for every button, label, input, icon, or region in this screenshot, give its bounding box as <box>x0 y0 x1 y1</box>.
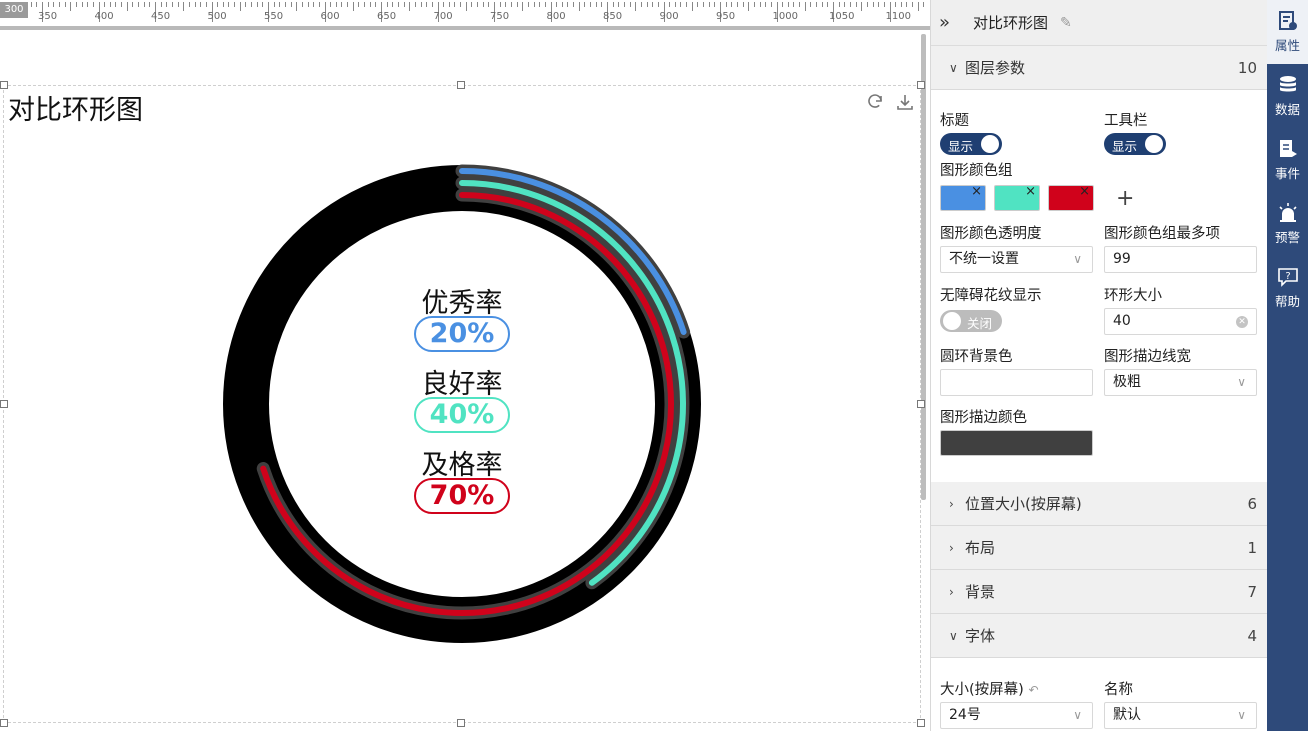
color-group: × × × + <box>940 184 1257 212</box>
right-sidebar: 属性 数据 事件 预警 ? 帮助 <box>1267 0 1308 731</box>
title-toggle[interactable]: 显示 <box>940 133 1002 155</box>
pattern-toggle[interactable]: 关闭 <box>940 310 1002 332</box>
color-group-label: 图形颜色组 <box>940 163 1013 179</box>
color-swatch[interactable]: × <box>994 184 1040 211</box>
section-font[interactable]: ∨ 字体 4 <box>931 614 1267 658</box>
property-panel: » 对比环形图 ✎ ∨ 图层参数 10 标题 显示 工具栏 显示 图形颜色组 ×… <box>930 0 1267 731</box>
toolbar-label: 工具栏 <box>1104 113 1148 129</box>
toolbar-toggle[interactable]: 显示 <box>1104 133 1166 155</box>
properties-icon <box>1278 11 1297 30</box>
clear-icon[interactable]: ✕ <box>1236 316 1248 328</box>
remove-color-icon[interactable]: × <box>1079 184 1090 199</box>
chevron-right-icon: › <box>949 496 954 511</box>
max-items-input[interactable]: 99 <box>1104 246 1257 273</box>
font-name-label: 名称 <box>1104 682 1133 698</box>
color-swatch[interactable]: × <box>940 184 986 211</box>
font-props: 大小(按屏幕) ↶ 24号 ∨ 名称 默认 ∨ <box>931 658 1267 729</box>
remove-color-icon[interactable]: × <box>971 184 982 199</box>
series-name-good: 良好率 <box>421 369 503 400</box>
section-background[interactable]: › 背景 7 <box>931 570 1267 614</box>
alarm-icon <box>1278 203 1297 222</box>
stroke-color-input[interactable] <box>940 430 1093 456</box>
panel-title: 对比环形图 <box>973 14 1049 32</box>
design-canvas[interactable]: 300 350 400 450 500 550 600 650 700 750 800 850 900… <box>0 0 930 731</box>
opacity-select[interactable]: 不统一设置 ∨ <box>940 246 1093 273</box>
sidebar-item-events[interactable]: 事件 <box>1267 128 1308 192</box>
title-label: 标题 <box>940 113 969 129</box>
opacity-label: 图形颜色透明度 <box>940 226 1042 242</box>
section-layout[interactable]: › 布局 1 <box>931 526 1267 570</box>
sidebar-item-help[interactable]: ? 帮助 <box>1267 256 1308 320</box>
series-name-pass: 及格率 <box>421 450 503 481</box>
chevron-down-icon: ∨ <box>1237 708 1246 722</box>
panel-header: » 对比环形图 ✎ <box>931 0 1267 46</box>
database-icon <box>1279 76 1296 92</box>
help-icon: ? <box>1277 268 1298 287</box>
edit-title-icon[interactable]: ✎ <box>1060 15 1072 31</box>
chevron-right-icon: › <box>949 584 954 599</box>
ring-bg-color-input[interactable] <box>940 369 1093 396</box>
chevron-down-icon: ∨ <box>1237 375 1246 389</box>
section-position-size[interactable]: › 位置大小(按屏幕) 6 <box>931 482 1267 526</box>
font-size-label: 大小(按屏幕) ↶ <box>940 682 1039 698</box>
pattern-label: 无障碍花纹显示 <box>940 288 1042 304</box>
series-value-pass: 70% <box>414 478 510 514</box>
series-name-excellent: 优秀率 <box>421 288 503 319</box>
max-items-label: 图形颜色组最多项 <box>1104 226 1220 242</box>
chevron-down-icon: ∨ <box>949 60 958 75</box>
stroke-color-label: 图形描边颜色 <box>940 410 1027 426</box>
add-color-button[interactable]: + <box>1116 186 1134 211</box>
sidebar-item-alarm[interactable]: 预警 <box>1267 192 1308 256</box>
ring-size-input[interactable]: 40 ✕ <box>1104 308 1257 335</box>
series-value-good: 40% <box>414 397 510 433</box>
layer-props: 标题 显示 工具栏 显示 图形颜色组 × × × + 图形颜色透明度 不统一设置 ∨ 图… <box>931 90 1267 482</box>
remove-color-icon[interactable]: × <box>1025 184 1036 199</box>
color-swatch[interactable]: × <box>1048 184 1094 211</box>
chevron-down-icon: ∨ <box>949 628 958 643</box>
stroke-width-label: 图形描边线宽 <box>1104 349 1191 365</box>
chevron-down-icon: ∨ <box>1073 252 1082 266</box>
ring-size-label: 环形大小 <box>1104 288 1162 304</box>
event-icon <box>1279 140 1297 157</box>
reset-icon[interactable]: ↶ <box>1028 683 1038 697</box>
section-layer-params[interactable]: ∨ 图层参数 10 <box>931 46 1267 90</box>
ring-bg-label: 圆环背景色 <box>940 349 1013 365</box>
font-name-select[interactable]: 默认 ∨ <box>1104 702 1257 729</box>
chevron-down-icon: ∨ <box>1073 708 1082 722</box>
collapse-panel-icon[interactable]: » <box>939 12 959 33</box>
sidebar-item-data[interactable]: 数据 <box>1267 64 1308 128</box>
chevron-right-icon: › <box>949 540 954 555</box>
sidebar-item-properties[interactable]: 属性 <box>1267 0 1308 64</box>
svg-text:?: ? <box>1285 271 1290 282</box>
font-size-select[interactable]: 24号 ∨ <box>940 702 1093 729</box>
series-value-excellent: 20% <box>414 316 510 352</box>
stroke-width-select[interactable]: 极粗 ∨ <box>1104 369 1257 396</box>
